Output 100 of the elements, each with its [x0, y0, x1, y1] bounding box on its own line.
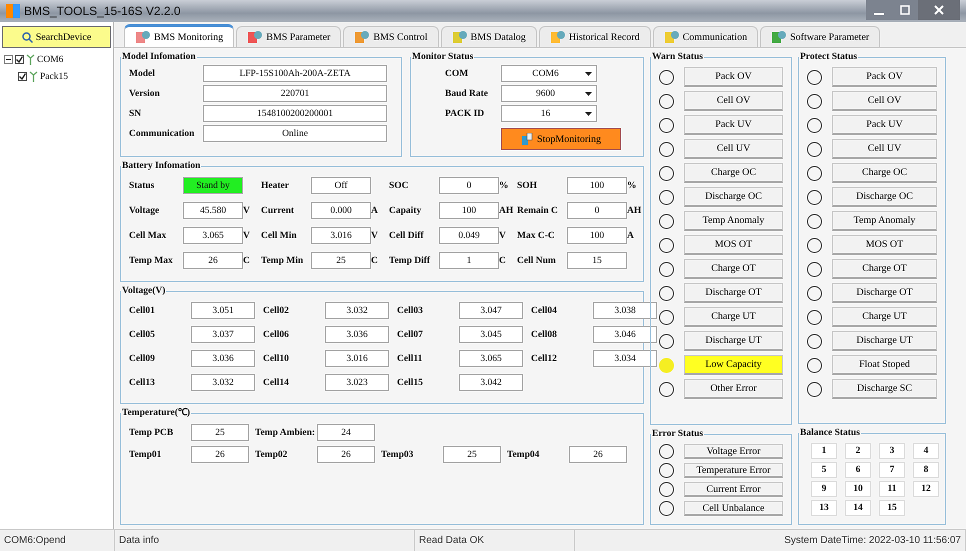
field-label: Temp Diff: [389, 256, 432, 266]
group-title: Temperature(℃): [121, 408, 192, 419]
value-field: 3.065: [183, 227, 243, 244]
tab-icon: [452, 30, 468, 44]
status-button[interactable]: Pack OV: [684, 67, 783, 87]
status-button[interactable]: Charge OC: [832, 163, 937, 183]
field-label: Max C-C: [517, 230, 556, 240]
cell-label: Cell14: [263, 378, 290, 388]
value-field: 26: [183, 252, 243, 269]
status-button[interactable]: Voltage Error: [684, 444, 783, 459]
value-field: 3.032: [191, 374, 255, 391]
status-button[interactable]: Current Error: [684, 482, 783, 497]
tab[interactable]: Historical Record: [538, 26, 651, 47]
balance-cell: 11: [879, 481, 905, 497]
unit-label: %: [499, 180, 508, 190]
status-button[interactable]: Cell OV: [684, 91, 783, 111]
search-device-button[interactable]: SearchDevice: [2, 26, 111, 48]
value-field: 3.045: [459, 326, 523, 343]
status-button[interactable]: Cell OV: [832, 91, 937, 111]
field-label: Temp01: [129, 450, 162, 460]
tree-item[interactable]: COM6: [37, 54, 64, 64]
cell-label: Cell10: [263, 354, 290, 364]
field-label: Cell Min: [261, 230, 298, 240]
status-button[interactable]: Pack UV: [684, 115, 783, 135]
unit-label: C: [243, 256, 250, 266]
value-field: 3.034: [593, 350, 657, 367]
dropdown[interactable]: COM6: [501, 65, 597, 82]
status-button[interactable]: Other Error: [684, 379, 783, 399]
status-button[interactable]: Charge UT: [832, 307, 937, 327]
field-label: SOC: [389, 180, 410, 190]
collapse-icon[interactable]: [4, 55, 13, 64]
status-button[interactable]: Cell Unbalance: [684, 501, 783, 516]
group-title: Protect Status: [799, 52, 858, 63]
status-button[interactable]: Pack UV: [832, 115, 937, 135]
group-title: Model Infomation: [121, 52, 197, 63]
status-text: Data info: [115, 530, 415, 551]
tree-checkbox[interactable]: [18, 72, 27, 81]
value-field: 26: [191, 446, 249, 463]
value-field: Online: [203, 125, 387, 142]
tab[interactable]: Software Parameter: [760, 26, 880, 47]
unit-label: C: [499, 256, 506, 266]
value-field: 3.037: [191, 326, 255, 343]
status-button[interactable]: Discharge OC: [832, 187, 937, 207]
status-button[interactable]: Pack OV: [832, 67, 937, 87]
status-button[interactable]: Charge OC: [684, 163, 783, 183]
status-button[interactable]: Charge OT: [832, 259, 937, 279]
balance-cell: 10: [845, 481, 871, 497]
status-button[interactable]: MOS OT: [684, 235, 783, 255]
cell-label: Cell06: [263, 330, 290, 340]
value-field: 220701: [203, 85, 387, 102]
minimize-button[interactable]: [866, 0, 892, 20]
cell-label: Cell09: [129, 354, 156, 364]
field-label: Cell Max: [129, 230, 168, 240]
value-field: 3.016: [311, 227, 371, 244]
value-field: 25: [311, 252, 371, 269]
cell-label: Cell12: [531, 354, 558, 364]
dropdown[interactable]: 9600: [501, 85, 597, 102]
status-button[interactable]: Cell UV: [832, 139, 937, 159]
value-field: 0: [439, 177, 499, 194]
status-button[interactable]: MOS OT: [832, 235, 937, 255]
field-label: Capaity: [389, 206, 422, 216]
value-field: 15: [567, 252, 627, 269]
status-button[interactable]: Discharge UT: [832, 331, 937, 351]
status-button[interactable]: Low Capacity: [684, 355, 783, 375]
maximize-button[interactable]: [892, 0, 918, 20]
field-label: Temp PCB: [129, 428, 174, 438]
status-button[interactable]: Temp Anomaly: [832, 211, 937, 231]
tree-item[interactable]: Pack15: [40, 72, 68, 82]
unit-label: %: [627, 180, 636, 190]
value-field: 24: [317, 424, 375, 441]
field-label: SOH: [517, 180, 538, 190]
value-field: 26: [569, 446, 627, 463]
status-button[interactable]: Float Stoped: [832, 355, 937, 375]
balance-cell: 5: [811, 462, 837, 478]
status-button[interactable]: Discharge SC: [832, 379, 937, 399]
status-button[interactable]: Discharge OT: [684, 283, 783, 303]
status-button[interactable]: Discharge OT: [832, 283, 937, 303]
dropdown[interactable]: 16: [501, 105, 597, 122]
tab-icon: [354, 30, 370, 44]
value-field: 3.046: [593, 326, 657, 343]
status-button[interactable]: Temperature Error: [684, 463, 783, 478]
tree-checkbox[interactable]: [15, 55, 24, 64]
close-button[interactable]: [918, 0, 960, 20]
status-button[interactable]: Cell UV: [684, 139, 783, 159]
tab[interactable]: BMS Control: [343, 26, 439, 47]
tab[interactable]: BMS Parameter: [236, 26, 342, 47]
status-button[interactable]: Discharge UT: [684, 331, 783, 351]
tab-icon: [247, 30, 264, 44]
status-button[interactable]: Discharge OC: [684, 187, 783, 207]
status-button[interactable]: Charge UT: [684, 307, 783, 327]
field-label: Temp Max: [129, 256, 174, 266]
tab[interactable]: BMS Datalog: [440, 26, 537, 47]
value-field: 100: [567, 227, 627, 244]
tab[interactable]: Communication: [652, 26, 758, 47]
tab[interactable]: BMS Monitoring: [124, 24, 234, 47]
value-field: 3.038: [593, 302, 657, 319]
stop-monitoring-button[interactable]: StopMonitoring: [501, 128, 621, 150]
status-button[interactable]: Charge OT: [684, 259, 783, 279]
cell-label: Cell07: [397, 330, 424, 340]
status-button[interactable]: Temp Anomaly: [684, 211, 783, 231]
